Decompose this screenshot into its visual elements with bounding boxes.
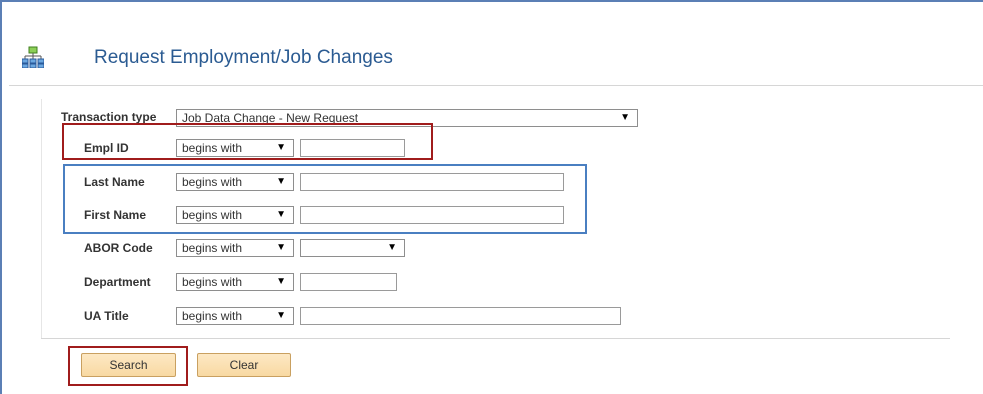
ua-title-operator-value: begins with <box>182 309 243 323</box>
abor-code-operator-value: begins with <box>182 241 243 255</box>
empl-id-input[interactable] <box>300 139 405 157</box>
caret-down-icon: ▼ <box>276 276 286 287</box>
department-operator-value: begins with <box>182 275 243 289</box>
first-name-input[interactable] <box>300 206 564 224</box>
caret-down-icon: ▼ <box>387 242 397 253</box>
last-name-input[interactable] <box>300 173 564 191</box>
abor-code-label: ABOR Code <box>84 241 153 255</box>
transaction-type-select[interactable]: Job Data Change - New Request ▼ <box>176 109 638 127</box>
ua-title-input[interactable] <box>300 307 621 325</box>
search-button[interactable]: Search <box>81 353 176 377</box>
transaction-type-value: Job Data Change - New Request <box>182 111 359 125</box>
caret-down-icon: ▼ <box>276 310 286 321</box>
page-title: Request Employment/Job Changes <box>94 47 393 68</box>
last-name-operator-value: begins with <box>182 175 243 189</box>
ua-title-label: UA Title <box>84 309 129 323</box>
caret-down-icon: ▼ <box>620 112 630 123</box>
first-name-label: First Name <box>84 208 147 222</box>
form-divider <box>41 338 950 339</box>
last-name-operator-select[interactable]: begins with ▼ <box>176 173 294 191</box>
first-name-operator-value: begins with <box>182 208 243 222</box>
caret-down-icon: ▼ <box>276 209 286 220</box>
window-top-border <box>0 0 983 2</box>
empl-id-label: Empl ID <box>84 141 129 155</box>
first-name-operator-select[interactable]: begins with ▼ <box>176 206 294 224</box>
org-chart-icon <box>22 46 44 68</box>
department-label: Department <box>84 275 151 289</box>
title-divider <box>9 85 983 86</box>
caret-down-icon: ▼ <box>276 142 286 153</box>
clear-button[interactable]: Clear <box>197 353 291 377</box>
department-input[interactable] <box>300 273 397 291</box>
caret-down-icon: ▼ <box>276 242 286 253</box>
empl-id-operator-value: begins with <box>182 141 243 155</box>
department-operator-select[interactable]: begins with ▼ <box>176 273 294 291</box>
caret-down-icon: ▼ <box>276 176 286 187</box>
form-left-border <box>41 99 42 338</box>
empl-id-operator-select[interactable]: begins with ▼ <box>176 139 294 157</box>
abor-code-select[interactable]: ▼ <box>300 239 405 257</box>
transaction-type-label: Transaction type <box>61 110 157 124</box>
last-name-label: Last Name <box>84 175 145 189</box>
window-left-border <box>0 0 2 394</box>
abor-code-operator-select[interactable]: begins with ▼ <box>176 239 294 257</box>
ua-title-operator-select[interactable]: begins with ▼ <box>176 307 294 325</box>
